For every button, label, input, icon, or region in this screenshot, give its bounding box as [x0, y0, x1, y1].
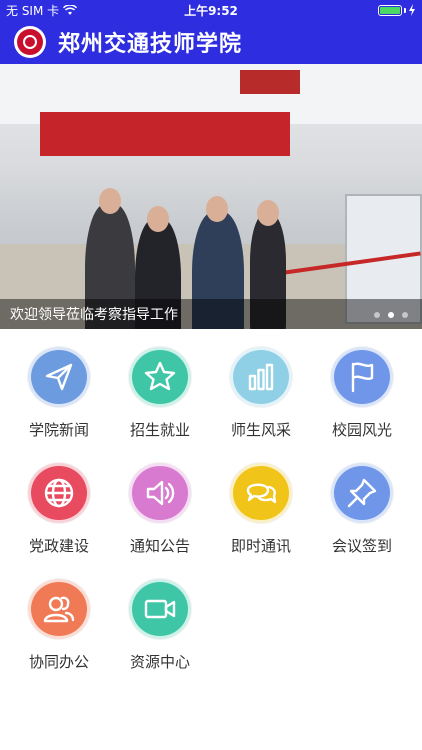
- menu-tile-label: 招生就业: [129, 421, 190, 439]
- banner-caption: 欢迎领导莅临考察指导工作: [10, 307, 178, 323]
- app-header: 郑州交通技师学院: [0, 20, 422, 64]
- banner-caption-bar: 欢迎领导莅临考察指导工作: [0, 299, 422, 329]
- page-title: 郑州交通技师学院: [58, 32, 243, 57]
- menu-tile-label: 党政建设: [28, 537, 89, 555]
- flag-icon: [331, 347, 393, 407]
- menu-tile-label: 协同办公: [28, 653, 89, 671]
- menu-tile[interactable]: 校园风光: [312, 330, 412, 440]
- menu-tile-label: 校园风光: [331, 421, 392, 439]
- users-icon: [28, 579, 90, 639]
- menu-tile[interactable]: 通知公告: [110, 446, 210, 556]
- menu-tile[interactable]: 即时通讯: [211, 446, 311, 556]
- video-icon: [129, 579, 191, 639]
- pin-icon: [331, 463, 393, 523]
- menu-tile[interactable]: 会议签到: [312, 446, 412, 556]
- school-logo: [14, 26, 46, 58]
- paper-plane-icon: [28, 347, 90, 407]
- menu-tile[interactable]: 党政建设: [9, 446, 109, 556]
- banner-carousel[interactable]: 欢迎领导莅临考察指导工作: [0, 64, 422, 329]
- banner-photo-sign: [40, 112, 290, 156]
- carousel-dot[interactable]: [374, 312, 380, 318]
- wifi-icon: [63, 4, 78, 16]
- banner-photo-head: [206, 196, 228, 222]
- banner-photo-head: [99, 188, 121, 214]
- carrier-label: 无 SIM 卡: [6, 3, 60, 18]
- menu-tile[interactable]: 师生风采: [211, 330, 311, 440]
- battery-icon: [378, 4, 416, 16]
- menu-tile-label: 通知公告: [129, 537, 190, 555]
- globe-icon: [28, 463, 90, 523]
- menu-tile[interactable]: 招生就业: [110, 330, 210, 440]
- menu-grid: 学院新闻 招生就业 师生风采 校园风光党政建设 通知公告 即时通讯 会议签到协同办公 资源中心: [0, 330, 422, 750]
- banner-photo-head: [147, 206, 169, 232]
- banner-photo-sign-small: [240, 70, 300, 94]
- bar-chart-icon: [230, 347, 292, 407]
- star-icon: [129, 347, 191, 407]
- carousel-dots: [374, 312, 408, 318]
- menu-tile-label: 会议签到: [331, 537, 392, 555]
- carousel-dot[interactable]: [402, 312, 408, 318]
- menu-tile[interactable]: 资源中心: [110, 562, 210, 672]
- menu-tile-label: 即时通讯: [230, 537, 291, 555]
- menu-tile[interactable]: 学院新闻: [9, 330, 109, 440]
- menu-tile-label: 学院新闻: [28, 421, 89, 439]
- chat-icon: [230, 463, 292, 523]
- menu-tile[interactable]: 协同办公: [9, 562, 109, 672]
- speaker-icon: [129, 463, 191, 523]
- banner-photo-head: [257, 200, 279, 226]
- menu-tile-label: 资源中心: [129, 653, 190, 671]
- menu-tile-label: 师生风采: [230, 421, 291, 439]
- carousel-dot[interactable]: [388, 312, 394, 318]
- status-bar: 无 SIM 卡 上午9:52: [0, 0, 422, 20]
